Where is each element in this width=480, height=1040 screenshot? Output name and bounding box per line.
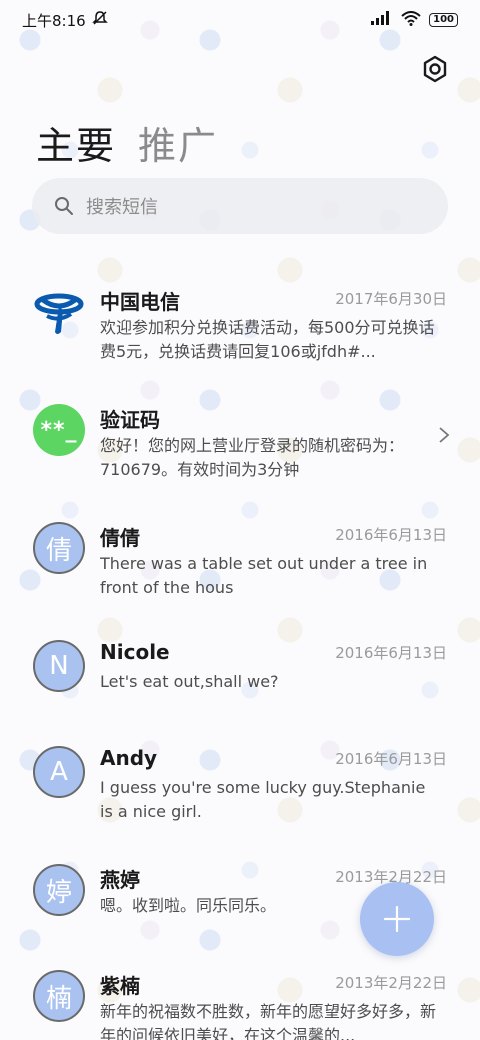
- avatar: 婷: [33, 864, 85, 916]
- clock: 上午8:16: [22, 11, 86, 30]
- wifi-icon: [401, 10, 421, 30]
- message-preview: I guess you're some lucky guy.Stephanie …: [100, 778, 426, 821]
- status-right: 100: [371, 10, 458, 30]
- search-placeholder: 搜索短信: [86, 197, 158, 218]
- new-message-button[interactable]: [360, 882, 434, 956]
- signal-icon: [371, 11, 393, 29]
- battery-indicator: 100: [429, 13, 458, 27]
- conversation-item[interactable]: **_ 验证码 您好！您的网上营业厅登录的随机密码为：710679。有效时间为3…: [0, 382, 480, 500]
- message-preview: 欢迎参加积分兑换话费活动，每500分可兑换话费5元，兑换话费请回复106或jfd…: [100, 318, 435, 361]
- message-preview: Let's eat out,shall we?: [100, 672, 279, 691]
- contact-name: 燕婷: [100, 868, 140, 892]
- conversation-item[interactable]: 楠 紫楠 2013年2月22日 新年的祝福数不胜数，新年的愿望好多好多，新年的问…: [0, 948, 480, 1040]
- message-date: 2017年6月30日: [335, 290, 447, 308]
- contact-name: 倩倩: [100, 526, 140, 550]
- settings-button[interactable]: [420, 54, 450, 84]
- conversation-item[interactable]: 中国电信 2017年6月30日 欢迎参加积分兑换话费活动，每500分可兑换话费5…: [0, 264, 480, 382]
- conversation-item[interactable]: A Andy 2016年6月13日 I guess you're some lu…: [0, 724, 480, 842]
- conversation-item[interactable]: N Nicole 2016年6月13日 Let's eat out,shall …: [0, 618, 480, 724]
- avatar: **_: [33, 404, 85, 456]
- avatar: 楠: [33, 970, 85, 1022]
- avatar: A: [33, 746, 85, 798]
- avatar: N: [33, 640, 85, 692]
- message-date: 2016年6月13日: [335, 644, 447, 662]
- search-input[interactable]: 搜索短信: [32, 178, 448, 234]
- tab-bar: 主要 推广: [36, 115, 218, 170]
- message-date: 2016年6月13日: [335, 750, 447, 768]
- contact-name: 验证码: [100, 408, 160, 432]
- gear-icon: [423, 55, 447, 83]
- message-preview: There was a table set out under a tree i…: [100, 554, 428, 597]
- conversation-item[interactable]: 倩 倩倩 2016年6月13日 There was a table set ou…: [0, 500, 480, 618]
- contact-name: Andy: [100, 746, 158, 770]
- tab-main[interactable]: 主要: [36, 115, 116, 170]
- message-preview: 您好！您的网上营业厅登录的随机密码为：710679。有效时间为3分钟: [100, 436, 405, 479]
- telecom-logo-avatar: [33, 286, 85, 338]
- status-left: 上午8:16: [22, 10, 108, 31]
- message-date: 2013年2月22日: [335, 974, 447, 992]
- avatar: 倩: [33, 522, 85, 574]
- message-date: 2016年6月13日: [335, 526, 447, 544]
- tab-promotions[interactable]: 推广: [138, 115, 218, 170]
- contact-name: 紫楠: [100, 974, 140, 998]
- contact-name: Nicole: [100, 640, 170, 664]
- contact-name: 中国电信: [100, 290, 180, 314]
- search-icon: [55, 197, 73, 215]
- chevron-right-icon[interactable]: [438, 426, 450, 448]
- plus-icon: [383, 905, 411, 933]
- status-bar: 上午8:16 100: [0, 0, 480, 40]
- message-preview: 新年的祝福数不胜数，新年的愿望好多好多，新年的问候依旧美好，在这个温馨的...: [100, 1002, 437, 1040]
- mute-icon: [91, 10, 108, 30]
